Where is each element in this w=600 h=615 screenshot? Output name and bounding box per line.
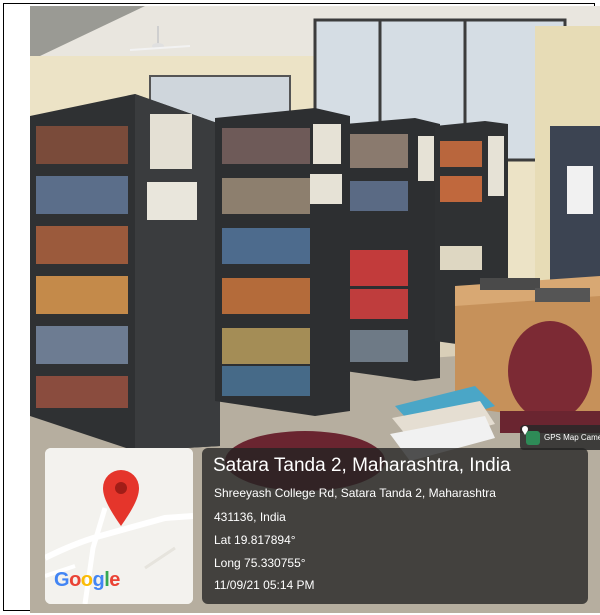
longitude: Long 75.330755° [214,556,306,570]
gps-map-camera-badge: GPS Map Camera [520,425,600,450]
google-logo: Google [54,569,120,591]
timestamp: 11/09/21 05:14 PM [214,578,315,592]
latitude: Lat 19.817894° [214,533,296,547]
bookshelf-1 [30,94,220,451]
map-thumbnail: Google [45,448,193,604]
address-line-2: 431136, India [214,510,286,524]
place-title: Satara Tanda 2, Maharashtra, India [213,455,511,476]
location-info-card: Satara Tanda 2, Maharashtra, India Shree… [202,448,588,604]
gps-badge-label: GPS Map Camera [544,433,600,442]
address-line-1: Shreeyash College Rd, Satara Tanda 2, Ma… [214,486,496,500]
gps-map-camera-icon [522,426,540,445]
bookshelf-3 [345,118,440,381]
bookshelf-2 [215,108,350,416]
